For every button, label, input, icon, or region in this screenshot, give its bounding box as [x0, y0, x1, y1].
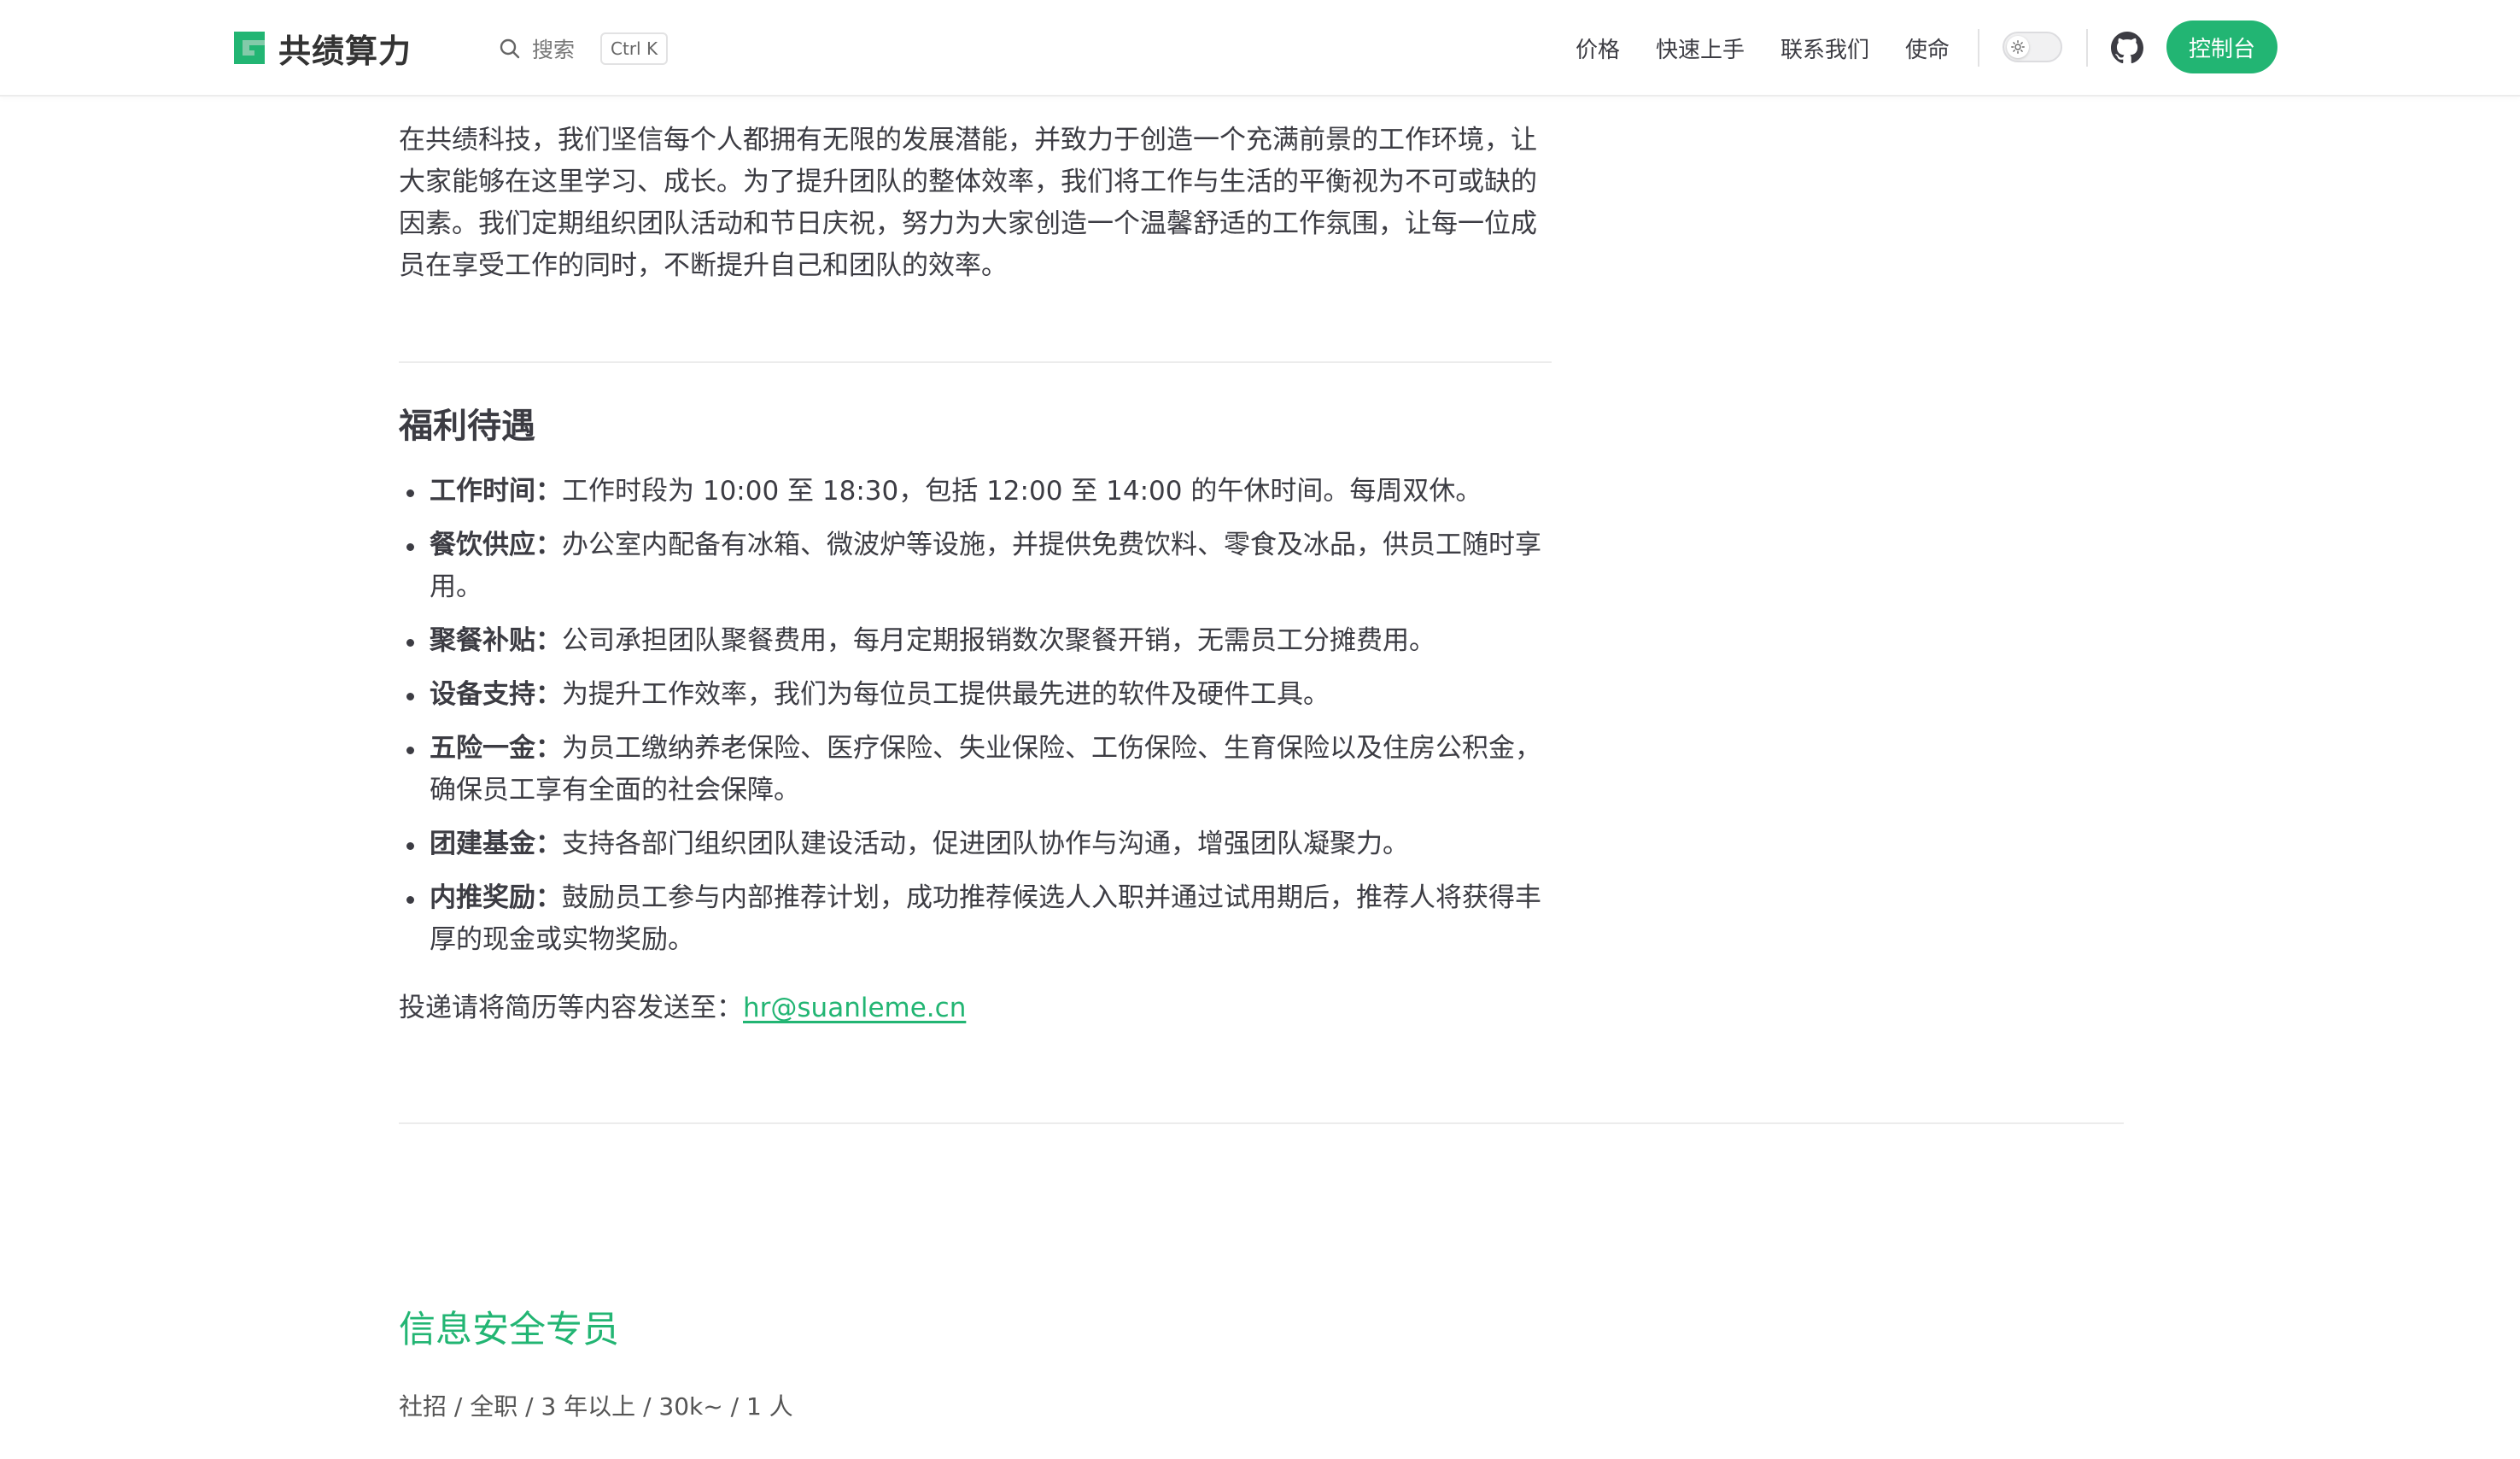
logo-text: 共绩算力: [278, 32, 412, 70]
console-button[interactable]: 控制台: [2166, 21, 2277, 73]
benefit-item: 团建基金：支持各部门组织团队建设活动，促进团队协作与沟通，增强团队凝聚力。: [399, 823, 1552, 865]
job-meta: 社招 / 全职 / 3 年以上 / 30k~ / 1 人: [399, 1392, 793, 1421]
benefit-key: 餐饮供应：: [430, 530, 562, 560]
theme-toggle[interactable]: [2003, 32, 2062, 62]
job-title-link[interactable]: 信息安全专员: [399, 1300, 619, 1353]
benefit-text: 工作时段为 10:00 至 18:30，包括 12:00 至 14:00 的午休…: [562, 476, 1482, 507]
benefit-text: 办公室内配备有冰箱、微波炉等设施，并提供免费饮料、零食及冰品，供员工随时享用。: [430, 530, 1541, 602]
benefit-text: 为提升工作效率，我们为每位员工提供最先进的软件及硬件工具。: [562, 679, 1330, 710]
benefit-key: 设备支持：: [430, 679, 562, 710]
search-icon: [500, 38, 520, 59]
benefit-key: 团建基金：: [430, 829, 562, 859]
benefit-key: 工作时间：: [430, 476, 562, 507]
benefit-item: 餐饮供应：办公室内配备有冰箱、微波炉等设施，并提供免费饮料、零食及冰品，供员工随…: [399, 524, 1552, 608]
benefit-text: 鼓励员工参与内部推荐计划，成功推荐候选人入职并通过试用期后，推荐人将获得丰厚的现…: [430, 882, 1541, 955]
github-icon[interactable]: [2111, 32, 2143, 64]
benefit-key: 内推奖励：: [430, 882, 562, 913]
logo-mark-icon: [234, 32, 265, 64]
search-label: 搜索: [532, 38, 576, 62]
intro-paragraph: 在共绩科技，我们坚信每个人都拥有无限的发展潜能，并致力于创造一个充满前景的工作环…: [399, 125, 1537, 281]
benefits-title: 福利待遇: [399, 407, 535, 446]
contact-line: 投递请将简历等内容发送至：hr@suanleme.cn: [399, 987, 966, 1029]
job-divider: [399, 1122, 2124, 1124]
nav-mission-link[interactable]: 使命: [1905, 32, 1950, 64]
nav-divider: [2086, 29, 2088, 67]
benefit-key: 五险一金：: [430, 733, 562, 764]
logo[interactable]: 共绩算力: [231, 26, 412, 70]
search-button[interactable]: 搜索 Ctrl K: [498, 30, 669, 67]
benefit-item: 内推奖励：鼓励员工参与内部推荐计划，成功推荐候选人入职并通过试用期后，推荐人将获…: [399, 877, 1552, 961]
benefit-item: 设备支持：为提升工作效率，我们为每位员工提供最先进的软件及硬件工具。: [399, 674, 1552, 716]
benefits-list: 工作时间：工作时段为 10:00 至 18:30，包括 12:00 至 14:0…: [399, 471, 1552, 973]
benefit-text: 支持各部门组织团队建设活动，促进团队协作与沟通，增强团队凝聚力。: [562, 829, 1409, 859]
benefit-key: 聚餐补贴：: [430, 625, 562, 656]
email-link[interactable]: hr@suanleme.cn: [743, 993, 966, 1023]
contact-prefix: 投递请将简历等内容发送至：: [399, 993, 743, 1023]
benefit-item: 五险一金：为员工缴纳养老保险、医疗保险、失业保险、工伤保险、生育保险以及住房公积…: [399, 728, 1552, 812]
nav-contact-link[interactable]: 联系我们: [1780, 32, 1869, 64]
intro-section: 在共绩科技，我们坚信每个人都拥有无限的发展潜能，并致力于创造一个充满前景的工作环…: [399, 120, 1552, 287]
search-shortcut-badge: Ctrl K: [600, 32, 669, 65]
section-divider: [399, 361, 1552, 363]
nav-pricing-link[interactable]: 价格: [1576, 32, 1620, 64]
benefit-text: 为员工缴纳养老保险、医疗保险、失业保险、工伤保险、生育保险以及住房公积金，确保员…: [430, 733, 1541, 806]
nav-divider: [1978, 29, 1979, 67]
navbar: 共绩算力 搜索 Ctrl K 价格 快速上手 联系我们 使命 控制台: [0, 0, 2520, 97]
main-nav: 价格 快速上手 联系我们 使命: [1540, 28, 1950, 67]
benefit-item: 聚餐补贴：公司承担团队聚餐费用，每月定期报销数次聚餐开销，无需员工分摊费用。: [399, 620, 1552, 662]
benefit-item: 工作时间：工作时段为 10:00 至 18:30，包括 12:00 至 14:0…: [399, 471, 1552, 513]
sun-icon: [2011, 40, 2025, 54]
toggle-knob: [2007, 36, 2029, 58]
benefit-text: 公司承担团队聚餐费用，每月定期报销数次聚餐开销，无需员工分摊费用。: [562, 625, 1435, 656]
nav-quickstart-link[interactable]: 快速上手: [1656, 32, 1745, 64]
